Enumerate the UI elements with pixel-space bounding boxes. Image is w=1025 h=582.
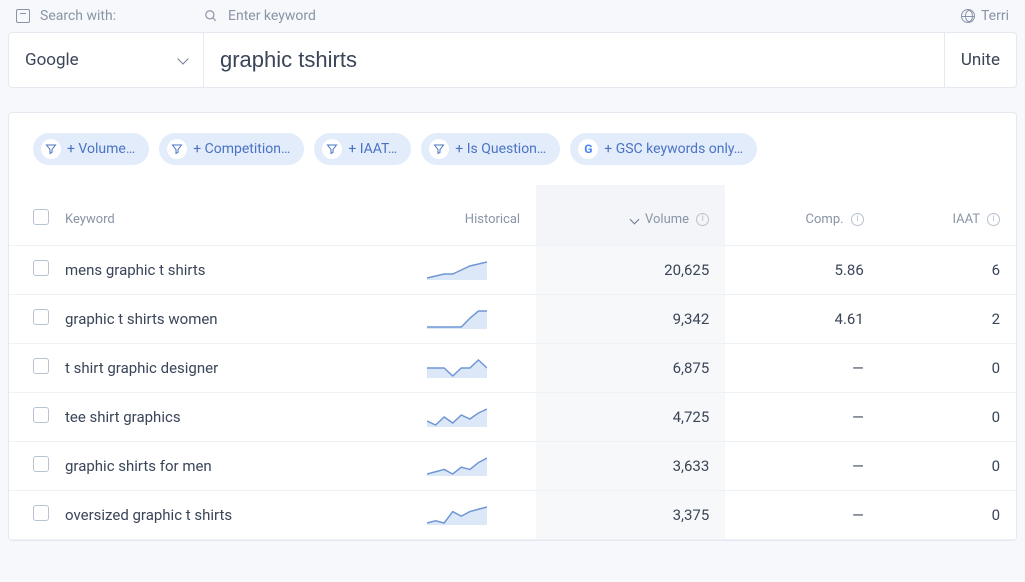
comp-cell: — <box>725 393 880 442</box>
table-row: mens graphic t shirts 20,6255.866 <box>9 246 1016 295</box>
historical-cell <box>379 246 537 295</box>
engine-select[interactable]: Google <box>8 32 204 88</box>
funnel-icon <box>41 139 61 159</box>
funnel-icon <box>429 139 449 159</box>
sparkline <box>427 260 487 280</box>
volume-cell: 6,875 <box>536 344 725 393</box>
row-checkbox[interactable] <box>33 407 49 423</box>
filter-label: + Competition… <box>193 141 290 157</box>
iaat-cell: 0 <box>880 344 1016 393</box>
comp-cell: — <box>725 344 880 393</box>
row-checkbox[interactable] <box>33 358 49 374</box>
search-with-label: Search with: <box>40 8 116 24</box>
comp-cell: — <box>725 442 880 491</box>
filter-label: + GSC keywords only… <box>604 141 743 157</box>
google-icon: G <box>578 139 598 159</box>
comp-cell: 5.86 <box>725 246 880 295</box>
globe-icon <box>961 9 975 23</box>
keyword-cell: graphic t shirts women <box>65 295 379 344</box>
filter-pill[interactable]: G + GSC keywords only… <box>570 133 757 165</box>
region-select[interactable]: Unite <box>945 32 1017 88</box>
row-checkbox[interactable] <box>33 260 49 276</box>
keyword-cell: oversized graphic t shirts <box>65 491 379 540</box>
region-value: Unite <box>961 50 1000 70</box>
sparkline <box>427 456 487 476</box>
iaat-cell: 6 <box>880 246 1016 295</box>
col-volume[interactable]: Volume i <box>536 185 725 246</box>
historical-cell <box>379 491 537 540</box>
historical-cell <box>379 344 537 393</box>
filter-label: + Is Question… <box>455 141 546 157</box>
col-historical[interactable]: Historical <box>379 185 537 246</box>
row-checkbox[interactable] <box>33 505 49 521</box>
filter-pill[interactable]: + IAAT… <box>314 133 411 165</box>
table-row: t shirt graphic designer 6,875—0 <box>9 344 1016 393</box>
iaat-cell: 0 <box>880 393 1016 442</box>
historical-cell <box>379 295 537 344</box>
keyword-cell: graphic shirts for men <box>65 442 379 491</box>
keyword-hint: Enter keyword <box>228 8 316 24</box>
iaat-cell: 2 <box>880 295 1016 344</box>
chevron-down-icon <box>177 53 188 64</box>
table-row: graphic t shirts women 9,3424.612 <box>9 295 1016 344</box>
volume-cell: 4,725 <box>536 393 725 442</box>
col-iaat[interactable]: IAAT i <box>880 185 1016 246</box>
volume-cell: 20,625 <box>536 246 725 295</box>
sparkline <box>427 505 487 525</box>
volume-cell: 3,375 <box>536 491 725 540</box>
funnel-icon <box>167 139 187 159</box>
filter-pill[interactable]: + Competition… <box>159 133 304 165</box>
table-row: oversized graphic t shirts 3,375—0 <box>9 491 1016 540</box>
table-row: graphic shirts for men 3,633—0 <box>9 442 1016 491</box>
filter-pill[interactable]: + Volume… <box>33 133 149 165</box>
territory-label: Terri <box>981 8 1009 24</box>
historical-cell <box>379 442 537 491</box>
select-all-checkbox[interactable] <box>33 209 49 225</box>
layout-icon <box>16 9 30 23</box>
keyword-cell: t shirt graphic designer <box>65 344 379 393</box>
historical-cell <box>379 393 537 442</box>
table-row: tee shirt graphics 4,725—0 <box>9 393 1016 442</box>
sparkline <box>427 358 487 378</box>
row-checkbox[interactable] <box>33 456 49 472</box>
funnel-icon <box>322 139 342 159</box>
keyword-input[interactable] <box>204 32 945 88</box>
filter-pill[interactable]: + Is Question… <box>421 133 560 165</box>
info-icon: i <box>851 213 864 226</box>
info-icon: i <box>696 213 709 226</box>
comp-cell: — <box>725 491 880 540</box>
sort-desc-icon <box>629 214 639 224</box>
volume-cell: 3,633 <box>536 442 725 491</box>
sparkline <box>427 407 487 427</box>
col-comp[interactable]: Comp. i <box>725 185 880 246</box>
filter-label: + Volume… <box>67 141 135 157</box>
comp-cell: 4.61 <box>725 295 880 344</box>
sparkline <box>427 309 487 329</box>
iaat-cell: 0 <box>880 442 1016 491</box>
row-checkbox[interactable] <box>33 309 49 325</box>
volume-cell: 9,342 <box>536 295 725 344</box>
info-icon: i <box>987 213 1000 226</box>
search-icon <box>204 9 218 23</box>
iaat-cell: 0 <box>880 491 1016 540</box>
filter-label: + IAAT… <box>348 141 397 157</box>
engine-value: Google <box>25 50 79 70</box>
keyword-cell: mens graphic t shirts <box>65 246 379 295</box>
col-keyword[interactable]: Keyword <box>65 185 379 246</box>
keyword-cell: tee shirt graphics <box>65 393 379 442</box>
